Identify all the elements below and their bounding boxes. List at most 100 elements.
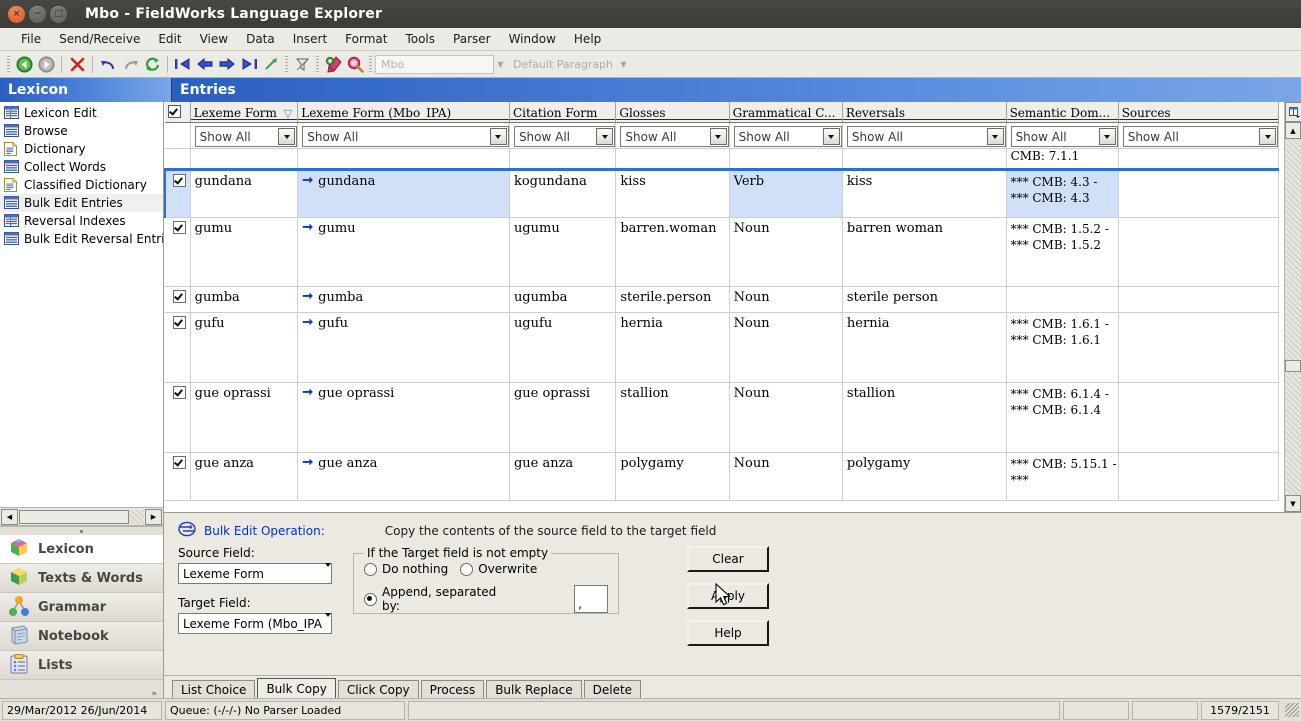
- cell-citation-form[interactable]: kogundana: [509, 168, 617, 218]
- chevron-down-icon[interactable]: [986, 128, 1004, 145]
- cell-lexeme-form-ipa[interactable]: ➞ gundana: [297, 168, 510, 218]
- cell-grammatical-category[interactable]: [729, 148, 843, 170]
- sidebar-item-browse[interactable]: Browse: [0, 122, 163, 140]
- cell-sources[interactable]: [1118, 312, 1280, 383]
- help-button[interactable]: Help: [687, 620, 769, 646]
- tab-process[interactable]: Process: [420, 680, 485, 698]
- jump-icon[interactable]: [260, 53, 282, 75]
- cell-grammatical-category[interactable]: Noun: [729, 382, 843, 453]
- menu-file[interactable]: File: [12, 30, 50, 48]
- window-minimize-button[interactable]: −: [29, 5, 46, 23]
- chevron-down-icon[interactable]: [1259, 128, 1276, 145]
- filter-reversals[interactable]: Show All: [842, 122, 1007, 149]
- find-icon[interactable]: [344, 53, 366, 75]
- cell-grammatical-category[interactable]: Noun: [729, 286, 843, 313]
- menu-window[interactable]: Window: [500, 30, 565, 48]
- first-icon[interactable]: [172, 53, 194, 75]
- apply-button[interactable]: Apply: [687, 583, 769, 609]
- target-field-select[interactable]: Lexeme Form (Mbo_IPA: [178, 612, 332, 634]
- cell-lexeme-form[interactable]: gundana: [190, 168, 299, 218]
- filter-glosses[interactable]: Show All: [615, 122, 730, 149]
- cell-semantic-domains[interactable]: *** CMB: 6.1.4 - *** CMB: 6.1.4: [1006, 382, 1119, 453]
- cell-semantic-domains[interactable]: *** CMB: 5.15.1 - ***: [1006, 452, 1119, 501]
- radio-icon-selected[interactable]: [364, 592, 377, 606]
- cell-citation-form[interactable]: gue anza: [509, 452, 617, 501]
- cell-semantic-domains[interactable]: *** CMB: 4.3 - *** CMB: 4.3: [1006, 168, 1119, 218]
- cell-citation-form[interactable]: ugufu: [509, 312, 617, 383]
- sidebar-item-collect-words[interactable]: Collect Words: [0, 158, 163, 176]
- clear-button[interactable]: Clear: [687, 546, 769, 572]
- cell-reversals[interactable]: kiss: [842, 168, 1007, 218]
- cell-grammatical-category[interactable]: Noun: [729, 452, 843, 501]
- filter-semantic-domains[interactable]: Show All: [1006, 122, 1119, 149]
- cell-sources[interactable]: [1118, 286, 1280, 313]
- column-header-citation-form[interactable]: Citation Form: [509, 102, 617, 123]
- cell-lexeme-form[interactable]: gumu: [190, 217, 299, 287]
- cell-lexeme-form[interactable]: gue oprassi: [190, 382, 299, 453]
- cell-lexeme-form[interactable]: gue anza: [190, 452, 299, 501]
- toolbar-grip[interactable]: [369, 56, 372, 72]
- cell-glosses[interactable]: polygamy: [615, 452, 730, 501]
- cell-lexeme-form[interactable]: gumba: [190, 286, 299, 313]
- area-texts-and-words[interactable]: Texts & Words: [0, 564, 163, 593]
- table-row[interactable]: gue oprassi ➞ gue oprassi gue oprassi sta…: [165, 382, 1280, 453]
- radio-icon[interactable]: [460, 562, 474, 576]
- cell-lexeme-form-ipa[interactable]: ➞ gumu: [297, 217, 510, 287]
- menu-view[interactable]: View: [191, 30, 237, 48]
- chevron-down-icon[interactable]: [1098, 128, 1116, 145]
- cell-sources[interactable]: [1118, 217, 1280, 287]
- scroll-left-icon[interactable]: ◀: [1, 508, 18, 525]
- tab-list-choice[interactable]: List Choice: [172, 680, 256, 698]
- filter-sources[interactable]: Show All: [1118, 122, 1280, 149]
- area-lexicon[interactable]: Lexicon: [0, 535, 163, 564]
- scroll-thumb[interactable]: [19, 509, 129, 524]
- menu-send-receive[interactable]: Send/Receive: [50, 30, 149, 48]
- row-checkbox-cell[interactable]: [164, 168, 191, 218]
- scroll-right-icon[interactable]: ▶: [145, 508, 162, 525]
- cell-lexeme-form[interactable]: [190, 148, 299, 170]
- table-row[interactable]: gumu ➞ gumu ugumu barren.woman Noun barre…: [165, 217, 1280, 287]
- previous-icon[interactable]: [194, 53, 216, 75]
- scroll-track[interactable]: [1285, 139, 1301, 495]
- option-do-nothing[interactable]: Do nothing: [364, 562, 448, 576]
- cell-grammatical-category[interactable]: Verb: [729, 168, 843, 218]
- undo-icon[interactable]: [97, 53, 119, 75]
- cell-glosses[interactable]: [615, 148, 730, 170]
- row-checkbox-cell[interactable]: [165, 286, 191, 313]
- cell-sources[interactable]: [1118, 452, 1280, 501]
- option-append[interactable]: Append, separated by:: [364, 585, 512, 613]
- cell-glosses[interactable]: hernia: [615, 312, 730, 383]
- filter-icon[interactable]: [291, 53, 313, 75]
- chevron-down-icon[interactable]: [278, 128, 296, 145]
- cell-reversals[interactable]: barren woman: [842, 217, 1007, 287]
- sidebar-item-bulk-edit-entries[interactable]: Bulk Edit Entries: [0, 194, 163, 212]
- scroll-up-icon[interactable]: ▲: [1285, 122, 1301, 139]
- column-header-lexeme-form[interactable]: Lexeme Form ▽: [190, 102, 299, 123]
- cell-reversals[interactable]: [842, 148, 1007, 170]
- cell-grammatical-category[interactable]: Noun: [729, 312, 843, 383]
- cell-lexeme-form-ipa[interactable]: [297, 148, 510, 170]
- column-chooser-icon[interactable]: [1285, 102, 1301, 122]
- grid-vertical-scrollbar[interactable]: ▲ ▼: [1284, 102, 1301, 512]
- paragraph-style-combo[interactable]: Default Paragraph: [507, 58, 617, 71]
- redo-icon[interactable]: [119, 53, 141, 75]
- cell-semantic-domains[interactable]: CMB: 7.1.1: [1006, 148, 1119, 170]
- area-grammar[interactable]: Grammar: [0, 593, 163, 622]
- chevron-down-icon[interactable]: [596, 128, 614, 145]
- chevron-down-icon[interactable]: [325, 562, 331, 581]
- scroll-thumb[interactable]: [1285, 359, 1301, 372]
- row-checkbox[interactable]: [172, 290, 186, 303]
- filter-lexeme-form[interactable]: Show All: [190, 122, 299, 149]
- tab-bulk-replace[interactable]: Bulk Replace: [486, 680, 582, 698]
- chevron-down-icon[interactable]: [822, 128, 840, 145]
- cell-lexeme-form-ipa[interactable]: ➞ gufu: [297, 312, 510, 383]
- sidebar-item-bulk-edit-reversal-entries[interactable]: Bulk Edit Reversal Entrie: [0, 230, 163, 248]
- cell-lexeme-form-ipa[interactable]: ➞ gumba: [297, 286, 510, 313]
- cell-glosses[interactable]: sterile.person: [615, 286, 730, 313]
- delete-icon[interactable]: [66, 53, 88, 75]
- row-checkbox[interactable]: [172, 456, 186, 469]
- sidebar-item-classified-dictionary[interactable]: Classified Dictionary: [0, 176, 163, 194]
- menu-format[interactable]: Format: [336, 30, 396, 48]
- chevron-down-icon[interactable]: [489, 128, 507, 145]
- cell-citation-form[interactable]: ugumba: [509, 286, 617, 313]
